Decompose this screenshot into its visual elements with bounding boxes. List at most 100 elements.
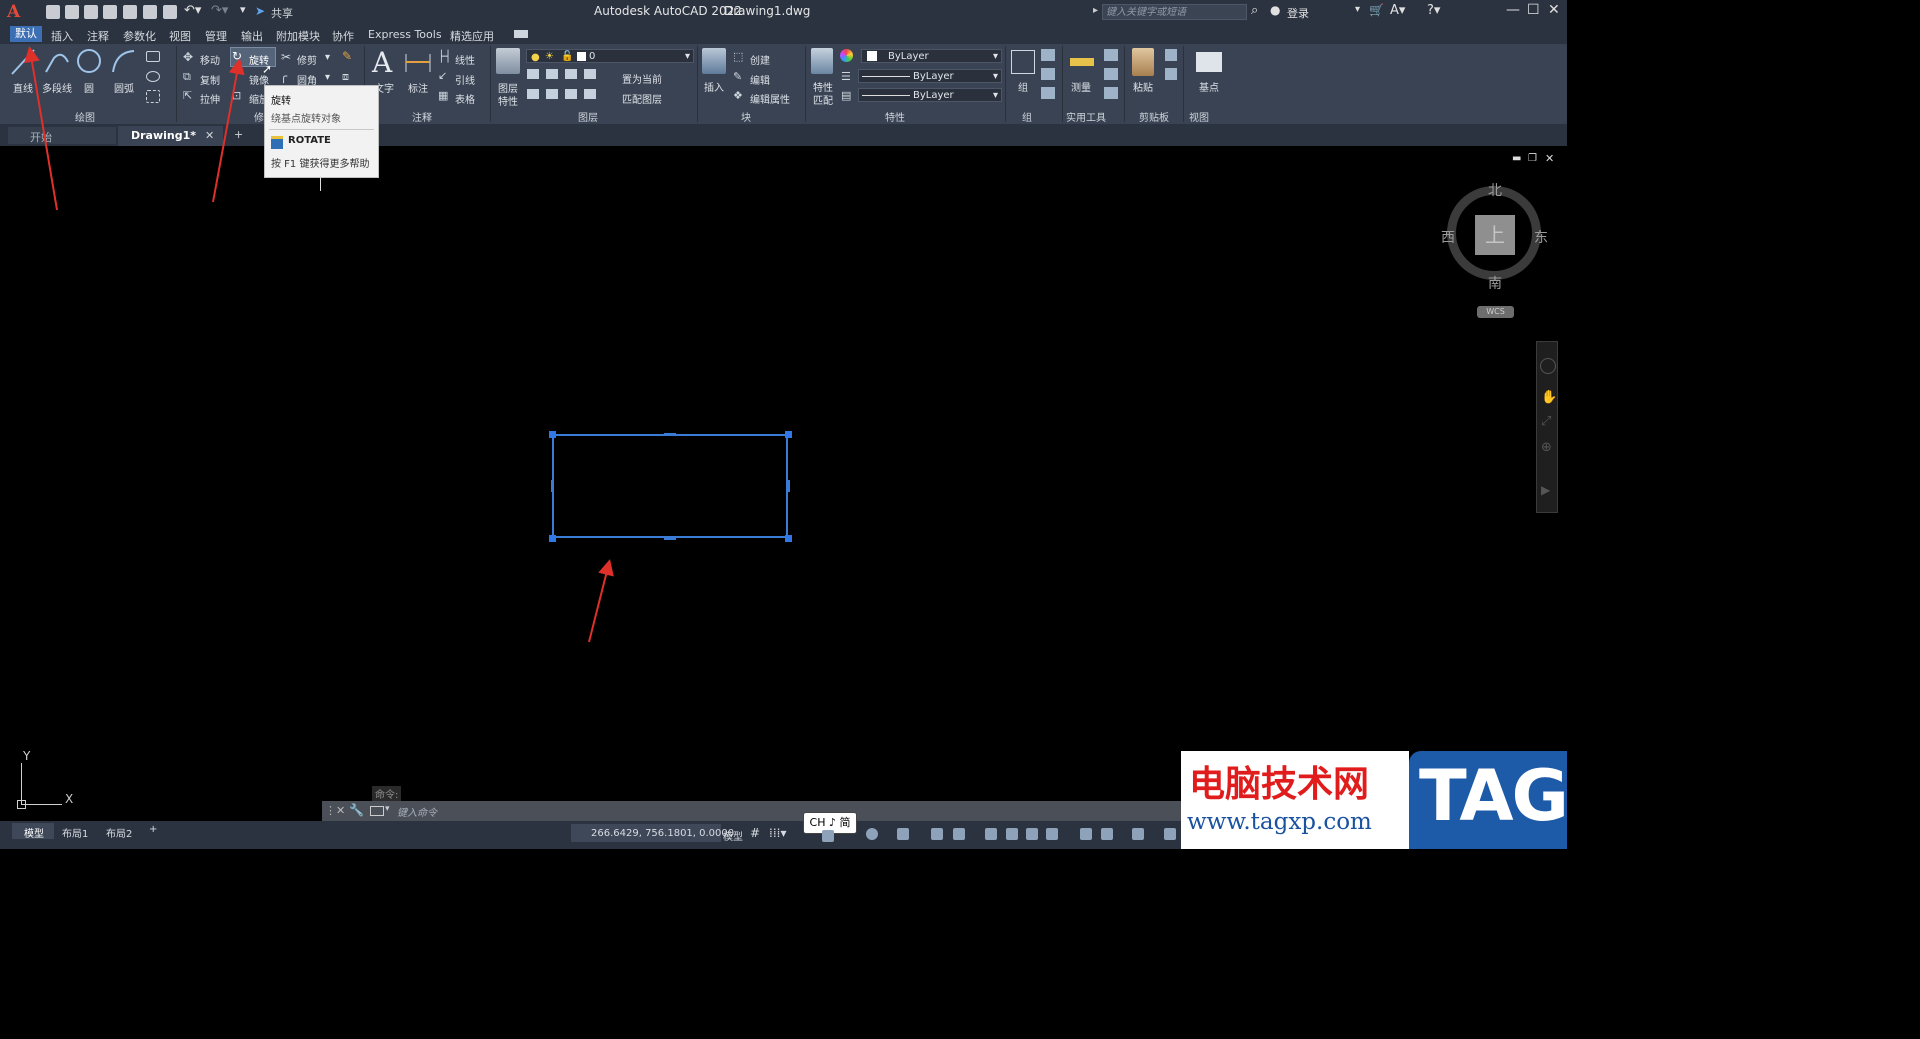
redo-icon[interactable]: ↷▾ — [211, 3, 228, 18]
add-layout-icon[interactable]: + — [149, 824, 157, 835]
fillet-icon[interactable]: ╭ — [280, 69, 287, 83]
match-layer-button[interactable]: 匹配图层 — [622, 91, 662, 106]
app-logo[interactable]: A — [7, 2, 20, 22]
minimize-icon[interactable]: — — [1506, 2, 1520, 18]
layout1-tab[interactable]: 布局1 — [62, 825, 88, 840]
recent-commands-icon[interactable] — [370, 806, 384, 816]
line-icon[interactable] — [10, 48, 36, 76]
trim-dropdown-icon[interactable]: ▾ — [325, 52, 330, 63]
grip[interactable] — [551, 480, 554, 492]
print-icon[interactable] — [163, 5, 177, 19]
tab-express-tools[interactable]: Express Tools — [368, 28, 442, 41]
create-button[interactable]: 创建 — [750, 52, 770, 67]
linetype-dropdown[interactable]: ByLayer ▾ — [858, 69, 1002, 83]
trim-button[interactable]: 修剪 — [297, 52, 317, 67]
edit-block-icon[interactable]: ✎ — [733, 70, 742, 83]
maximize-icon[interactable]: ☐ — [1527, 2, 1540, 18]
line-button[interactable]: 直线 — [13, 80, 33, 95]
polyline-button[interactable]: 多段线 — [42, 80, 72, 95]
open-icon[interactable] — [65, 5, 79, 19]
layer-tools-row-2[interactable] — [527, 89, 601, 99]
text-icon[interactable]: A — [372, 46, 392, 79]
close-icon[interactable]: ✕ — [1548, 2, 1560, 18]
linear-icon[interactable]: ├┤ — [438, 50, 451, 63]
explode-icon[interactable]: ⧈ — [342, 70, 349, 84]
cart-icon[interactable]: 🛒 — [1369, 3, 1384, 17]
units-icon[interactable] — [1101, 828, 1113, 840]
search-input[interactable]: 键入关键字或短语 — [1102, 4, 1247, 20]
scale-icon[interactable]: ⊡ — [232, 89, 241, 102]
tab-addins[interactable]: 附加模块 — [276, 28, 320, 44]
panel-label-draw[interactable]: 绘图 — [75, 109, 95, 124]
annotation-monitor-icon[interactable] — [1080, 828, 1092, 840]
ribbon-toggle-icon[interactable] — [514, 30, 528, 38]
group-icon[interactable] — [1011, 50, 1035, 74]
panel-label-properties[interactable]: 特性 — [885, 109, 905, 124]
create-block-icon[interactable]: ⬚ — [733, 50, 743, 63]
dimension-button[interactable]: 标注 — [408, 80, 428, 95]
arc-icon[interactable] — [110, 48, 136, 76]
tab-insert[interactable]: 插入 — [51, 28, 73, 44]
color-dropdown[interactable]: ByLayer ▾ — [861, 49, 1002, 63]
move-button[interactable]: 移动 — [200, 52, 220, 67]
selected-rectangle[interactable] — [552, 434, 788, 538]
command-input[interactable]: 键入命令 — [397, 804, 437, 819]
copy-button[interactable]: 复制 — [200, 72, 220, 87]
leader-button[interactable]: 引线 — [455, 72, 475, 87]
tab-manage[interactable]: 管理 — [205, 28, 227, 44]
table-button[interactable]: 表格 — [455, 91, 475, 106]
base-view-icon[interactable] — [1196, 52, 1222, 72]
grid-icon[interactable]: # — [750, 826, 760, 840]
compass-north[interactable]: 北 — [1488, 180, 1502, 200]
viewport-minimize-icon[interactable]: ▬ — [1512, 153, 1521, 164]
grip[interactable] — [785, 535, 792, 542]
arc-button[interactable]: 圆弧 — [114, 80, 134, 95]
grip[interactable] — [787, 480, 790, 492]
copy-clip-icon[interactable] — [1165, 49, 1177, 83]
autodesk-app-icon[interactable]: A▾ — [1390, 3, 1405, 18]
leader-icon[interactable]: ↙ — [438, 69, 447, 82]
copy-icon[interactable]: ⧉ — [183, 70, 191, 84]
search-icon[interactable]: ⌕ — [1251, 3, 1258, 18]
share-button[interactable]: 共享 — [271, 5, 293, 21]
tab-default[interactable]: 默认 — [10, 26, 42, 42]
recent-commands-dropdown-icon[interactable]: ▾ — [385, 804, 390, 814]
insert-block-icon[interactable] — [702, 48, 726, 74]
group-button[interactable]: 组 — [1018, 79, 1028, 94]
save-icon[interactable] — [84, 5, 98, 19]
pan-icon[interactable]: ✋ — [1541, 390, 1557, 405]
tab-view[interactable]: 视图 — [169, 28, 191, 44]
wcs-menu[interactable]: WCS — [1477, 306, 1514, 318]
grip[interactable] — [549, 431, 556, 438]
layer-properties-icon[interactable] — [496, 48, 520, 74]
customize-icon[interactable]: 🔧 — [349, 803, 364, 817]
compass-west[interactable]: 西 — [1441, 227, 1455, 247]
erase-icon[interactable]: ✎ — [342, 49, 352, 63]
steering-wheel-icon[interactable] — [1540, 358, 1556, 374]
new-tab-icon[interactable]: + — [234, 128, 243, 141]
utility-tools-icon[interactable] — [1104, 49, 1118, 105]
match-properties-label-2[interactable]: 匹配 — [813, 92, 833, 107]
zoom-extents-icon[interactable]: ⤢ — [1541, 414, 1551, 429]
panel-label-view[interactable]: 视图 — [1189, 109, 1209, 124]
edit-attributes-button[interactable]: 编辑属性 — [750, 91, 790, 106]
login-button[interactable]: 登录 — [1287, 5, 1309, 21]
viewport-close-icon[interactable]: ✕ — [1545, 152, 1554, 165]
viewport-restore-icon[interactable]: ❐ — [1528, 153, 1537, 164]
viewcube-top-face[interactable]: 上 — [1475, 215, 1515, 255]
tab-start-label[interactable]: 开始 — [30, 129, 52, 145]
ellipse-icon[interactable] — [146, 71, 160, 82]
panel-label-groups[interactable]: 组 — [1022, 109, 1032, 124]
osnap-tracking-icon[interactable] — [897, 828, 909, 840]
tab-output[interactable]: 输出 — [241, 28, 263, 44]
lineweight-dropdown[interactable]: ByLayer ▾ — [858, 88, 1002, 102]
tab-collaborate[interactable]: 协作 — [332, 28, 354, 44]
layer-properties-label-2[interactable]: 特性 — [498, 93, 518, 108]
layer-tools-row-1[interactable] — [527, 69, 601, 79]
panel-label-layers[interactable]: 图层 — [578, 109, 598, 124]
tab-start[interactable] — [8, 127, 116, 144]
stretch-button[interactable]: 拉伸 — [200, 91, 220, 106]
polyline-icon[interactable] — [44, 48, 70, 76]
quick-properties-icon[interactable] — [1132, 828, 1144, 840]
stretch-icon[interactable]: ⇱ — [183, 89, 192, 102]
